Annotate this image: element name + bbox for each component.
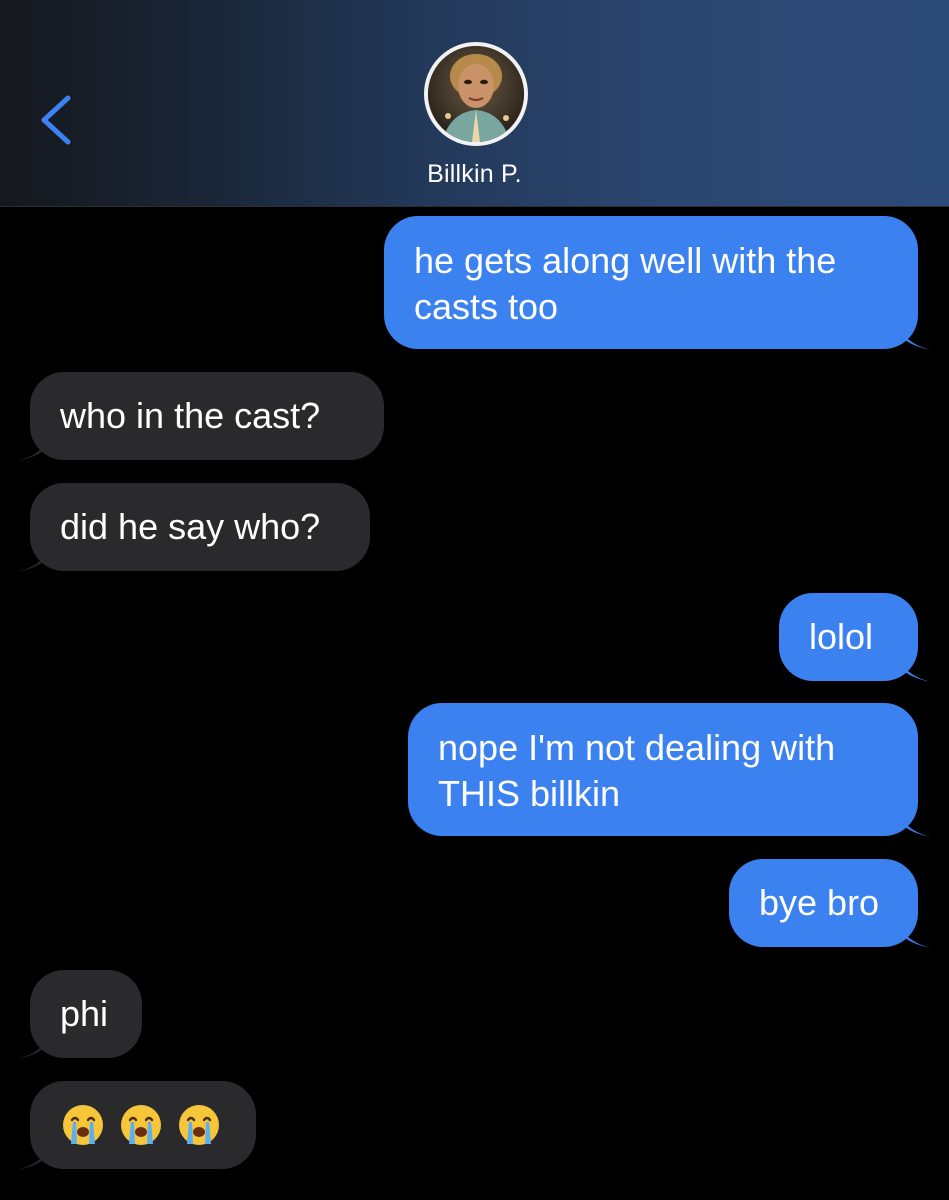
- bubble-tail: [17, 538, 51, 572]
- message-bubble-incoming[interactable]: [17, 1081, 256, 1170]
- conversation-header: Billkin P.: [0, 0, 949, 207]
- message-bubble-outgoing[interactable]: he gets along well with the casts too: [384, 216, 931, 350]
- message-bubble-incoming[interactable]: phi: [17, 970, 142, 1059]
- back-button[interactable]: [30, 88, 86, 152]
- bubble-tail: [897, 914, 931, 948]
- emoji-row: [60, 1102, 222, 1148]
- bubble-tail: [897, 648, 931, 682]
- message-text-line: he gets along well with the: [414, 240, 837, 281]
- avatar-image: [428, 46, 524, 142]
- message-text-line: phi: [60, 993, 109, 1034]
- bubble-tail: [897, 316, 931, 350]
- bubble-tail: [17, 427, 51, 461]
- loudly-crying-face-emoji: [179, 1105, 219, 1145]
- message-text-line: nope I'm not dealing with: [438, 727, 836, 768]
- contact-avatar[interactable]: [424, 42, 528, 146]
- message-text-line: lolol: [809, 616, 874, 657]
- bubble-tail: [17, 1025, 51, 1059]
- message-bubble-incoming[interactable]: who in the cast?: [17, 372, 384, 461]
- bubble-tail: [897, 803, 931, 837]
- loudly-crying-face-emoji: [63, 1105, 103, 1145]
- message-text-line: bye bro: [759, 882, 880, 923]
- message-bubble-incoming[interactable]: did he say who?: [17, 483, 370, 572]
- loudly-crying-face-emoji: [121, 1105, 161, 1145]
- message-bubble-outgoing[interactable]: lolol: [779, 593, 931, 682]
- message-text-line: casts too: [414, 286, 559, 327]
- message-text-line: who in the cast?: [60, 395, 321, 436]
- chevron-left-icon: [41, 95, 71, 145]
- message-bubble-outgoing[interactable]: bye bro: [729, 859, 931, 948]
- message-text-line: THIS billkin: [438, 773, 621, 814]
- contact-name[interactable]: Billkin P.: [0, 160, 949, 189]
- message-bubble-outgoing[interactable]: nope I'm not dealing with THIS billkin: [408, 703, 931, 837]
- bubble-tail: [17, 1136, 51, 1170]
- message-text-line: did he say who?: [60, 506, 321, 547]
